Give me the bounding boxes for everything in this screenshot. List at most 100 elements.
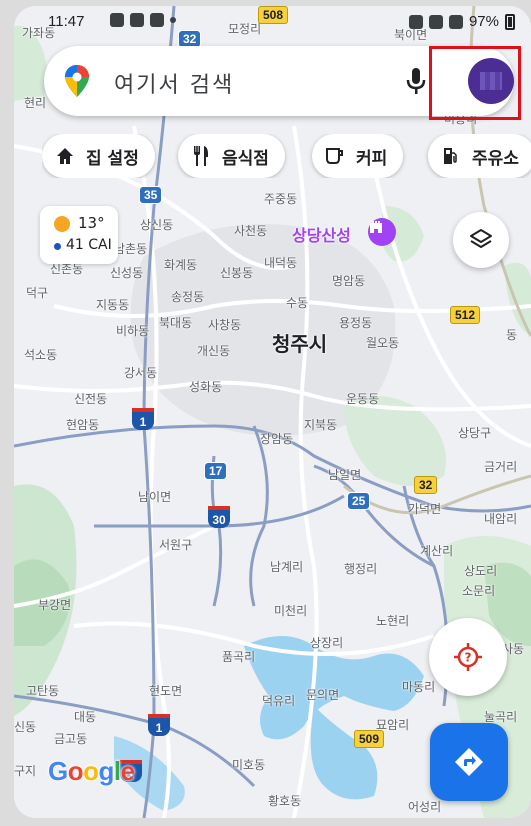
map-label: 내암리 — [484, 512, 518, 526]
map-label: 현암동 — [66, 418, 100, 432]
map-label: 내덕동 — [264, 256, 298, 270]
map-label: 명암동 — [332, 274, 366, 288]
map-label: 상도리 — [464, 564, 498, 578]
route-shield: 30 — [208, 506, 230, 528]
map-label: 지북동 — [304, 418, 338, 432]
message-icon — [150, 13, 164, 27]
map-label: 행정리 — [344, 562, 378, 576]
alarm-icon — [408, 14, 423, 29]
air-quality-dot — [54, 243, 61, 250]
map-label: 사천동 — [234, 224, 268, 238]
gas-station-icon — [440, 145, 462, 167]
map-label: 금고동 — [54, 732, 88, 746]
restaurant-icon — [190, 145, 212, 167]
category-chips: 집 설정 음식점 커피 주유소 — [42, 134, 531, 178]
route-shield: 35 — [139, 186, 163, 204]
air-quality: 41 CAI — [66, 237, 112, 253]
layers-button[interactable] — [453, 212, 509, 268]
coffee-icon — [324, 145, 346, 167]
map-label: 석소동 — [24, 348, 58, 362]
my-location-button[interactable]: ? — [429, 618, 507, 696]
map-label: 남촌동 — [114, 242, 148, 256]
map-label: 상당구 — [458, 426, 492, 440]
map-label: 남이면 — [138, 490, 172, 504]
gallery-icon — [130, 13, 144, 27]
map-label: 현리 — [24, 96, 47, 110]
map-label: 비하동 — [116, 324, 150, 338]
map-label: 송정동 — [171, 290, 205, 304]
map-label: 부강면 — [38, 598, 72, 612]
map-label: 수동 — [286, 296, 309, 310]
battery-percent: 97% — [468, 13, 499, 30]
battery-icon — [505, 13, 515, 30]
signal-icon — [448, 14, 463, 29]
wifi-icon — [428, 14, 443, 29]
map-label: 신동 — [14, 720, 37, 734]
map-label: 현도면 — [149, 684, 183, 698]
chip-coffee[interactable]: 커피 — [312, 134, 404, 178]
map-label: 남일면 — [328, 468, 362, 482]
map-label: 금거리 — [484, 460, 518, 474]
map-label: 주중동 — [264, 192, 298, 206]
weather-temp: 13° — [78, 214, 105, 232]
notification-icon — [110, 13, 124, 27]
map-label: 월오동 — [366, 336, 400, 350]
map-label: 지동동 — [96, 298, 130, 312]
directions-button[interactable] — [430, 723, 508, 801]
route-shield: 25 — [347, 492, 371, 510]
route-shield: 509 — [354, 730, 385, 748]
chip-label: 음식점 — [222, 148, 269, 169]
map-label: 소문리 — [462, 584, 496, 598]
chip-home[interactable]: 집 설정 — [42, 134, 155, 178]
map-label: 구지 — [14, 764, 37, 778]
map-label: 덕유리 — [262, 694, 296, 708]
map-label: 미천리 — [274, 604, 308, 618]
avatar-highlight-box — [429, 46, 521, 120]
status-time: 11:47 — [48, 13, 85, 30]
phone-screen: 가좌동 모정리 북이면 현리 비홍리 주중동 상신동 사천동 남촌동 화계동 내… — [14, 6, 531, 818]
home-icon — [54, 145, 76, 167]
map-label: 덕구 — [26, 286, 49, 300]
map-label: 계산리 — [420, 544, 454, 558]
map-label: 어성리 — [408, 800, 442, 814]
map-label: 신성동 — [110, 266, 144, 280]
map-label: 북대동 — [159, 316, 193, 330]
chip-label: 커피 — [356, 148, 388, 169]
map-label: 사창동 — [208, 318, 242, 332]
map-label: 문의면 — [306, 688, 340, 702]
chip-label: 집 설정 — [86, 148, 139, 169]
weather-widget[interactable]: 13° 41 CAI — [40, 206, 118, 264]
map-label: 서원구 — [159, 538, 193, 552]
map-label: 가덕면 — [408, 502, 442, 516]
map-label: 용정동 — [339, 316, 373, 330]
map-label: 운동동 — [346, 392, 380, 406]
chip-gas-station[interactable]: 주유소 — [428, 134, 531, 178]
map-canvas[interactable]: 가좌동 모정리 북이면 현리 비홍리 주중동 상신동 사천동 남촌동 화계동 내… — [14, 6, 531, 818]
map-label: 신봉동 — [220, 266, 254, 280]
poi-label[interactable]: 상당산성 — [292, 222, 351, 246]
status-bar: 11:47 97% — [14, 6, 531, 40]
route-shield: 1 — [148, 714, 170, 736]
castle-icon[interactable] — [368, 218, 396, 246]
location-unknown-icon: ? — [454, 643, 482, 671]
map-label: 황호동 — [268, 794, 302, 808]
layers-icon — [470, 229, 492, 248]
map-label: 개신동 — [197, 344, 231, 358]
notification-icons — [110, 13, 176, 27]
directions-icon — [455, 748, 483, 776]
map-label: 고탄동 — [26, 684, 60, 698]
city-label: 청주시 — [272, 332, 328, 356]
map-label: 성화동 — [189, 380, 223, 394]
map-label: 품곡리 — [222, 650, 256, 664]
map-label: 상신동 — [140, 218, 174, 232]
sun-icon — [54, 216, 70, 232]
route-shield: 17 — [204, 462, 228, 480]
route-shield: 1 — [132, 408, 154, 430]
search-placeholder[interactable]: 여기서 검색 — [114, 67, 234, 99]
chip-label: 주유소 — [472, 148, 519, 169]
status-right: 97% — [408, 13, 515, 30]
microphone-icon[interactable] — [406, 66, 426, 96]
map-label: 화계동 — [164, 258, 198, 272]
maps-pin-icon — [65, 65, 89, 97]
chip-restaurant[interactable]: 음식점 — [178, 134, 285, 178]
